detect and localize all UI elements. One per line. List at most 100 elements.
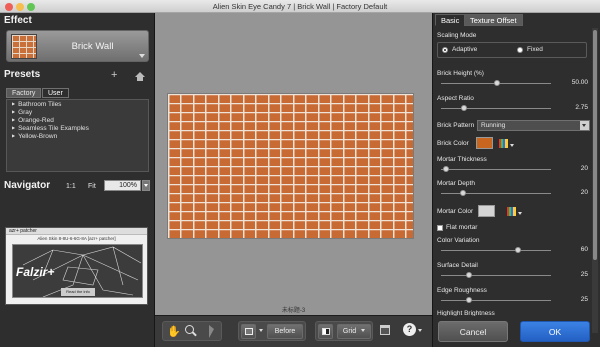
slider-knob[interactable] — [461, 105, 467, 111]
radio-fixed[interactable] — [517, 47, 523, 53]
thumb-logo: Falzir+ — [16, 265, 55, 279]
flat-mortar-checkbox[interactable] — [437, 225, 443, 231]
thumb-caption: Read the info — [61, 288, 95, 296]
list-item[interactable]: Yellow-Brown — [7, 132, 148, 140]
adaptive-label: Adaptive — [452, 46, 478, 53]
zoom-1to1-button[interactable]: 1:1 — [66, 183, 76, 190]
cracked-glass-image: Falzir+ Read the info — [12, 244, 143, 298]
before-group: Before — [238, 321, 306, 341]
brick-color-label: Brick Color — [437, 140, 469, 147]
grid-label: Grid — [342, 328, 357, 335]
edge-roughness-slider[interactable] — [441, 297, 551, 303]
list-item[interactable]: Orange-Red — [7, 116, 148, 124]
window-title: Alien Skin Eye Candy 7 | Brick Wall | Fa… — [212, 2, 388, 11]
before-button[interactable]: Before — [267, 324, 303, 339]
surface-detail-slider[interactable] — [441, 272, 551, 278]
help-icon[interactable]: ? — [403, 323, 416, 336]
brick-pattern-label: Brick Pattern — [437, 122, 475, 129]
left-panel: Effect Brick Wall Presets + Factory User… — [0, 13, 155, 347]
brick-pattern-value: Running — [481, 122, 506, 129]
mortar-depth-value[interactable]: 20 — [581, 189, 588, 196]
radio-adaptive[interactable] — [442, 47, 448, 53]
compare-swatch-button[interactable] — [241, 324, 256, 339]
cancel-button[interactable]: Cancel — [438, 321, 508, 342]
color-picker-icon[interactable] — [499, 139, 508, 148]
effect-name: Brick Wall — [71, 41, 114, 52]
tab-user[interactable]: User — [42, 88, 69, 98]
chevron-down-icon[interactable] — [510, 144, 514, 147]
effect-heading: Effect — [4, 15, 32, 26]
zoom-input[interactable]: 100% — [104, 180, 141, 191]
slider-knob[interactable] — [443, 166, 449, 172]
brick-wall-preview[interactable] — [167, 93, 414, 239]
brick-color-swatch[interactable] — [476, 137, 493, 149]
color-picker-icon[interactable] — [507, 207, 516, 216]
slider-knob[interactable] — [515, 247, 521, 253]
aspect-ratio-slider[interactable] — [441, 105, 551, 111]
navigator-preview[interactable]: azr+ patcher Alien Skin 8-8U-6-6G-8A [az… — [5, 227, 148, 305]
scaling-mode-label: Scaling Mode — [437, 32, 477, 39]
chevron-down-icon — [139, 54, 145, 58]
scrollbar[interactable] — [592, 28, 598, 333]
grid-group: Grid — [315, 321, 373, 341]
add-preset-icon[interactable]: + — [111, 69, 117, 81]
scrollbar-thumb[interactable] — [593, 30, 597, 260]
effect-selector[interactable]: Brick Wall — [6, 30, 149, 62]
brick-pattern-select[interactable]: Running — [477, 120, 590, 131]
brick-height-slider[interactable] — [441, 80, 551, 86]
tab-factory[interactable]: Factory — [6, 88, 42, 98]
navigator-heading: Navigator — [4, 180, 51, 191]
slider-knob[interactable] — [494, 80, 500, 86]
slider-knob[interactable] — [466, 297, 472, 303]
mortar-thickness-slider[interactable] — [441, 166, 551, 172]
color-variation-value[interactable]: 60 — [581, 246, 588, 253]
chevron-down-icon[interactable] — [418, 329, 422, 332]
list-item[interactable]: Bathroom Tiles — [7, 100, 148, 108]
ok-button[interactable]: OK — [520, 321, 590, 342]
pointer-tool-icon[interactable] — [209, 325, 214, 338]
thumb-title: azr+ patcher — [6, 228, 147, 235]
tab-basic[interactable]: Basic — [435, 14, 466, 26]
grid-dropdown[interactable]: Grid — [337, 324, 371, 339]
checker-icon — [322, 328, 330, 335]
chevron-down-icon[interactable] — [259, 329, 263, 332]
list-item[interactable]: Gray — [7, 108, 148, 116]
aspect-ratio-value[interactable]: 2.75 — [575, 104, 588, 111]
chevron-down-icon — [144, 184, 148, 187]
panel-layout-icon[interactable] — [380, 325, 390, 335]
title-bar: Alien Skin Eye Candy 7 | Brick Wall | Fa… — [0, 0, 600, 13]
mortar-color-label: Mortar Color — [437, 208, 474, 215]
scaling-mode-group: Adaptive Fixed — [437, 42, 587, 58]
hand-tool-icon[interactable]: ✋ — [167, 325, 181, 338]
presets-heading: Presets — [4, 69, 41, 80]
color-variation-slider[interactable] — [441, 247, 551, 253]
chevron-down-icon — [361, 329, 366, 332]
mortar-color-swatch[interactable] — [478, 205, 495, 217]
mortar-depth-label: Mortar Depth — [437, 180, 475, 187]
tab-texture-offset[interactable]: Texture Offset — [464, 14, 523, 26]
mortar-thickness-value[interactable]: 20 — [581, 165, 588, 172]
highlight-brightness-label: Highlight Brightness — [437, 310, 495, 316]
edge-roughness-label: Edge Roughness — [437, 287, 487, 294]
slider-knob[interactable] — [466, 272, 472, 278]
slider-knob[interactable] — [460, 190, 466, 196]
mortar-depth-slider[interactable] — [441, 190, 551, 196]
brick-height-value[interactable]: 50.00 — [572, 79, 588, 86]
home-icon-base — [137, 77, 143, 81]
edge-roughness-value[interactable]: 25 — [581, 296, 588, 303]
zoom-fit-button[interactable]: Fit — [88, 183, 96, 190]
preview-area[interactable]: 未标题-3 ✋ Before Grid ? — [155, 13, 432, 347]
brick-height-label: Brick Height (%) — [437, 70, 484, 77]
surface-detail-value[interactable]: 25 — [581, 271, 588, 278]
list-item[interactable]: Seamless Tile Examples — [7, 124, 148, 132]
background-swatch-button[interactable] — [318, 324, 333, 339]
chevron-down-icon[interactable] — [518, 212, 522, 215]
fixed-label: Fixed — [527, 46, 543, 53]
zoom-dropdown-button[interactable] — [142, 180, 150, 191]
mortar-thickness-label: Mortar Thickness — [437, 156, 487, 163]
brick-effect-icon — [11, 34, 37, 59]
settings-panel: Basic Texture Offset Scaling Mode Adapti… — [432, 13, 600, 347]
preset-list: Bathroom Tiles Gray Orange-Red Seamless … — [6, 99, 149, 172]
tool-group: ✋ — [162, 321, 222, 341]
zoom-tool-handle — [192, 331, 197, 337]
